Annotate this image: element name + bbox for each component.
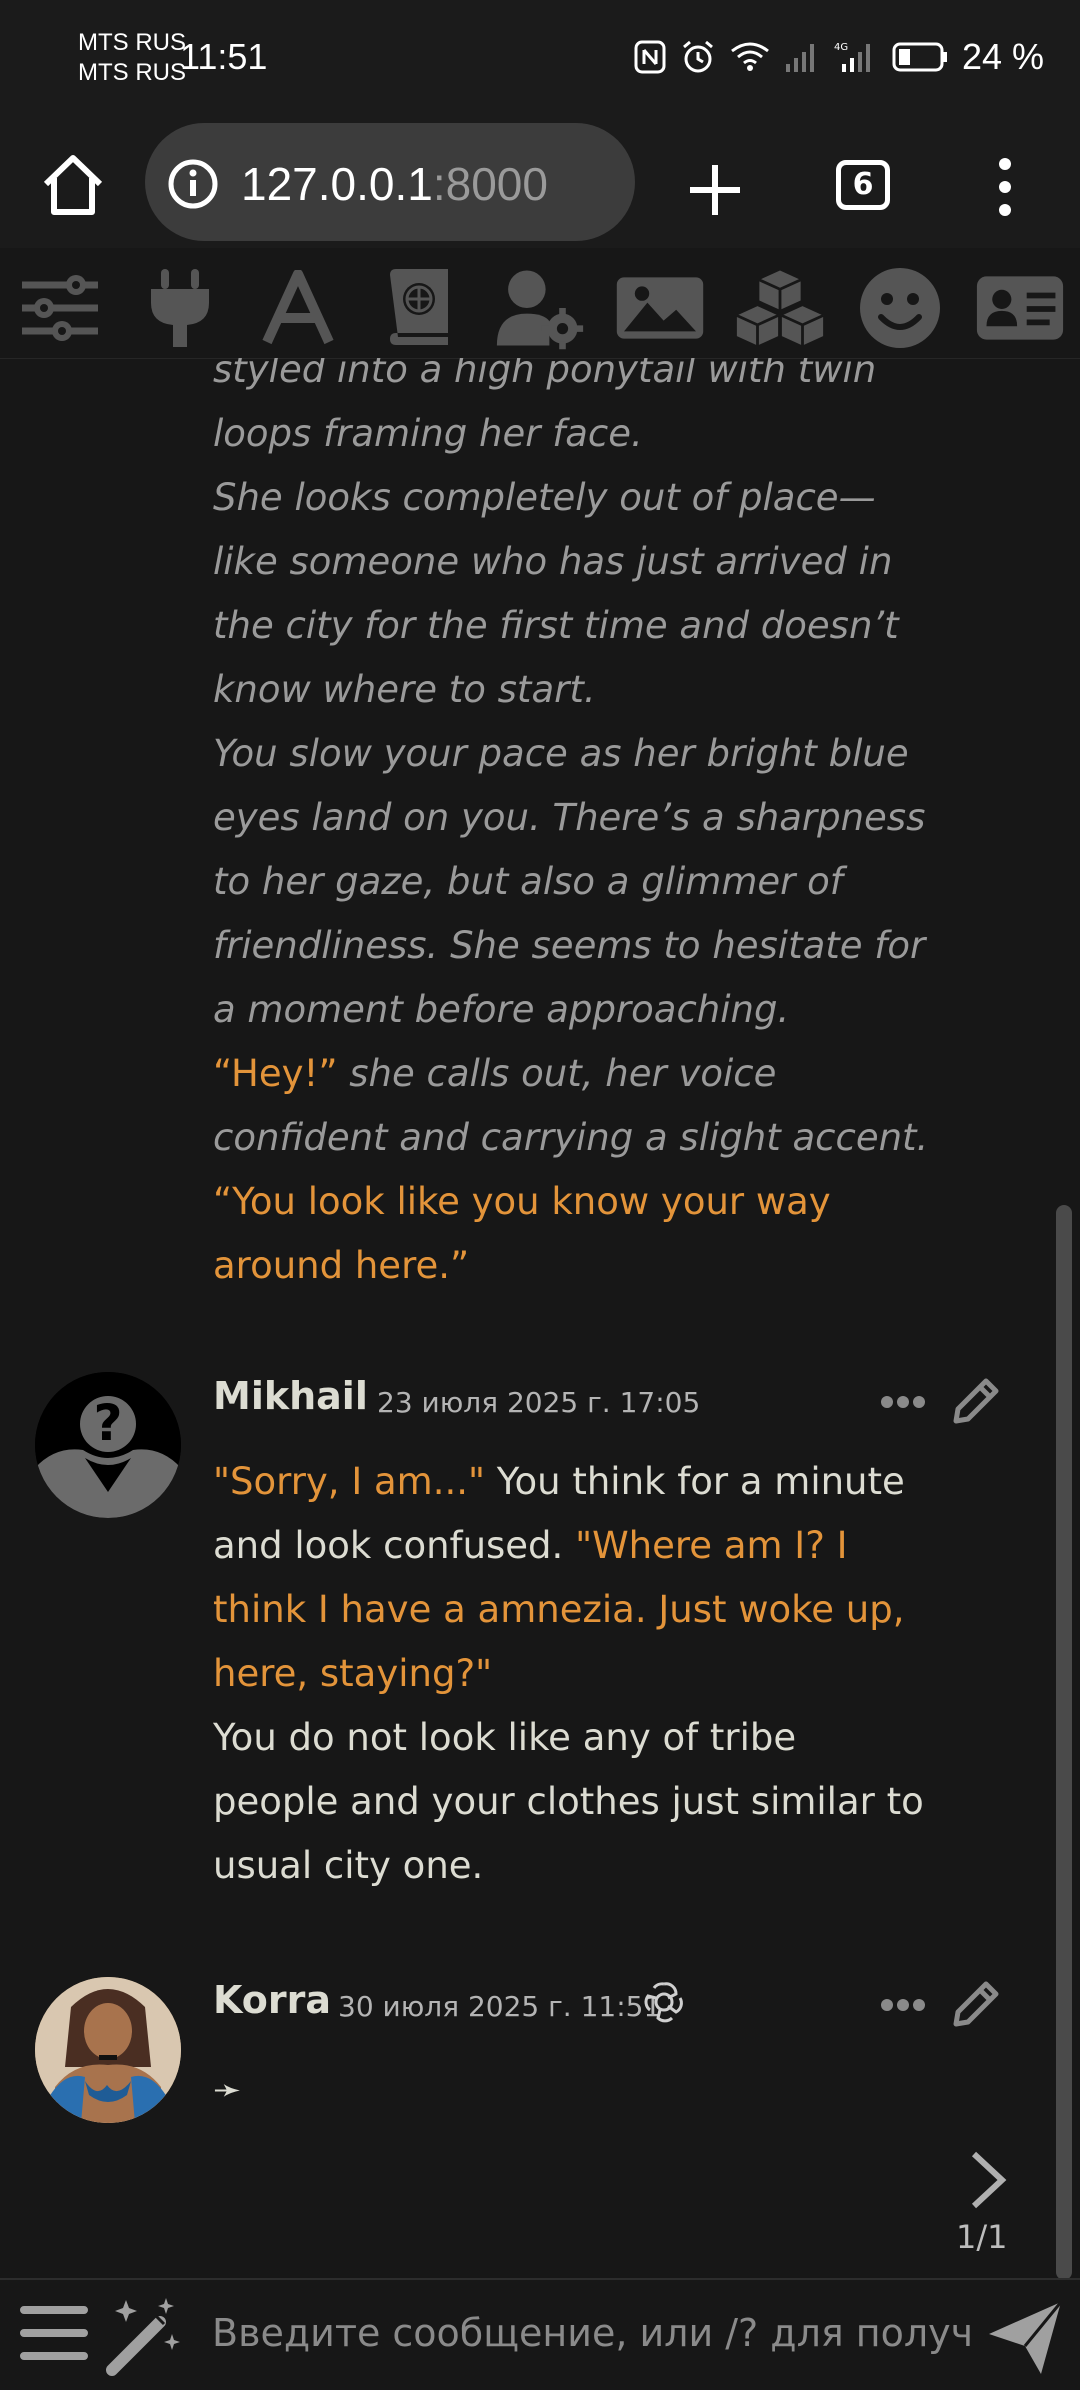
url-text[interactable]: 127.0.0.1:8000 <box>241 157 548 211</box>
prev-paragraph-3: You slow your pace as her bright blue ey… <box>213 732 926 1031</box>
message-input-bar <box>0 2278 1080 2390</box>
image-icon[interactable] <box>615 266 705 350</box>
magic-wand-icon[interactable] <box>102 2294 186 2378</box>
avatar-korra[interactable] <box>35 1977 181 2123</box>
smiley-icon[interactable] <box>855 266 945 350</box>
url-host: 127.0.0.1 <box>241 158 433 210</box>
alarm-icon <box>682 40 713 73</box>
message-input[interactable] <box>210 2292 974 2374</box>
message-author-name: Korra <box>213 1978 332 2022</box>
home-icon[interactable] <box>38 150 108 220</box>
tab-count: 6 <box>852 167 874 202</box>
unknown-user-icon: ? <box>35 1372 181 1518</box>
more-horiz-icon[interactable] <box>880 1998 926 2012</box>
swipe-counter: 1/1 <box>956 2218 1008 2256</box>
svg-text:?: ? <box>93 1394 122 1452</box>
more-vert-icon[interactable] <box>990 152 1020 222</box>
plug-icon[interactable] <box>135 266 225 350</box>
message-paragraph-2: You do not look like any of tribe people… <box>213 1716 924 1887</box>
user-gear-icon[interactable] <box>495 266 585 350</box>
send-icon[interactable] <box>985 2298 1065 2378</box>
quote-text: "Sorry, I am..." <box>213 1460 486 1503</box>
book-globe-icon[interactable] <box>373 266 463 350</box>
url-port: :8000 <box>432 158 548 210</box>
avatar-placeholder <box>35 728 181 874</box>
id-card-icon[interactable] <box>975 266 1065 350</box>
message-timestamp: 23 июля 2025 г. 17:05 <box>377 1386 701 1419</box>
message-body-korra: ➛ <box>213 2070 242 2110</box>
wifi-icon <box>731 42 769 71</box>
more-horiz-icon[interactable] <box>880 1395 926 1409</box>
signal-1-icon <box>785 44 814 72</box>
system-icons: 4G 24 % <box>634 36 1044 78</box>
prev-paragraph-2: She looks completely out of place—like s… <box>213 476 899 711</box>
nfc-icon <box>634 40 666 74</box>
prev-paragraph-5: “You look like you know your way around … <box>213 1180 831 1287</box>
prev-paragraph-1: loops framing her face. <box>213 412 643 455</box>
character-portrait <box>35 1977 181 2123</box>
carrier-1: MTS RUS <box>78 29 186 56</box>
chevron-right-icon[interactable] <box>966 2150 1010 2210</box>
top-toolbar <box>0 248 1080 359</box>
font-icon[interactable] <box>253 266 343 350</box>
cubes-icon[interactable] <box>735 266 825 350</box>
openai-icon <box>644 1982 683 2023</box>
edit-pencil-icon[interactable] <box>950 1375 1002 1427</box>
svg-text:4G: 4G <box>834 42 848 53</box>
new-tab-icon[interactable] <box>680 155 750 225</box>
avatar-mikhail-silhouette[interactable]: ? <box>35 1372 181 1518</box>
prev-paragraph-4: “Hey!” she calls out, her voice confiden… <box>213 1042 933 1170</box>
message-body-mikhail: "Sorry, I am..." You think for a minute … <box>213 1450 933 1898</box>
message-paragraph-1: "Sorry, I am..." You think for a minute … <box>213 1450 933 1706</box>
quote-text: “Hey!” <box>213 1052 338 1095</box>
message-author-name: Mikhail <box>213 1374 368 1418</box>
message-timestamp: 30 июля 2025 г. 11:51 <box>338 1990 662 2023</box>
battery-percent: 24 % <box>961 36 1044 77</box>
tab-switcher-button[interactable]: 6 <box>836 160 890 210</box>
battery-icon <box>892 42 947 72</box>
url-bar[interactable]: 127.0.0.1:8000 <box>145 123 635 241</box>
carrier-2: MTS RUS <box>78 59 186 86</box>
carrier-label: MTS RUS MTS RUS <box>78 28 186 88</box>
sliders-icon[interactable] <box>15 266 105 350</box>
previous-message-text: styled into a high ponytail with twin lo… <box>213 358 933 1298</box>
clock: 11:51 <box>180 36 268 77</box>
edit-pencil-icon[interactable] <box>950 1978 1002 2030</box>
signal-4g-icon: 4G <box>834 42 870 72</box>
info-icon[interactable] <box>167 158 219 210</box>
status-bar: MTS RUS MTS RUS 11:51 4G 24 % <box>0 0 1080 120</box>
browser-bar: 127.0.0.1:8000 6 <box>0 120 1080 248</box>
prev-partial-line: styled into a high ponytail with twin <box>213 358 877 391</box>
chat-scrollbar[interactable] <box>1056 1205 1072 2280</box>
hamburger-menu-icon[interactable] <box>20 2302 88 2364</box>
